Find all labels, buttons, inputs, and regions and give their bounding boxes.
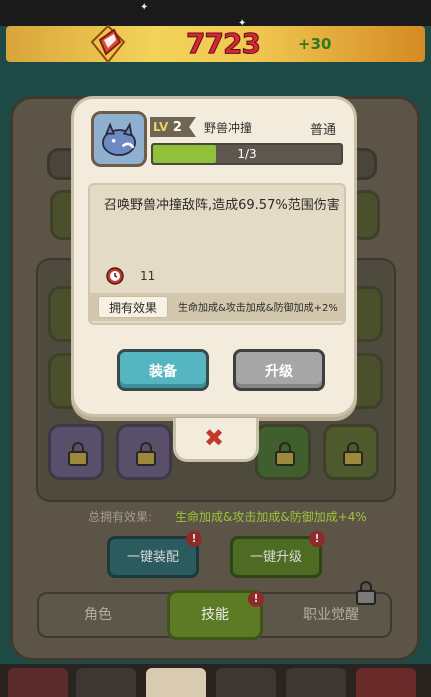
lock-icon <box>136 442 156 466</box>
owned-effect-row: 拥有效果 生命加成&攻击加成&防御加成+2% <box>90 293 344 321</box>
tab-bar: 角色 技能 ! 职业觉醒 <box>37 581 392 640</box>
upgrade-button[interactable]: 升级 <box>233 349 325 391</box>
sparkle-icon: ✦ <box>140 2 149 13</box>
nav-button[interactable] <box>146 668 206 697</box>
tab-character[interactable]: 角色 <box>39 594 157 636</box>
tab-skills-label: 技能 <box>201 607 229 623</box>
tab-job-awakening[interactable]: 职业觉醒 <box>271 581 391 636</box>
cooldown-icon <box>106 267 124 285</box>
tab-skills[interactable]: 技能 ! <box>167 590 264 640</box>
currency-bar: 7723 +30 <box>6 24 425 64</box>
nav-button[interactable] <box>356 668 416 697</box>
tab-character-label: 角色 <box>84 607 112 623</box>
skill-name: 野兽冲撞 <box>204 121 253 135</box>
upgrade-all-button[interactable]: 一键升级 ! <box>230 531 325 578</box>
owned-effect-text: 生命加成&攻击加成&防御加成+2% <box>178 303 338 314</box>
skill-description: 召唤野兽冲撞敌阵,造成69.57%范围伤害 <box>104 198 340 213</box>
skill-rarity: 普通 <box>309 123 336 138</box>
description-box: 召唤野兽冲撞敌阵,造成69.57%范围伤害 11 拥有效果 生命加成&攻击加成&… <box>88 183 346 325</box>
cooldown-value: 11 <box>140 269 156 283</box>
lock-icon <box>343 442 363 466</box>
alert-badge-icon: ! <box>248 591 264 607</box>
upgrade-button-label: 升级 <box>265 364 293 380</box>
level-prefix: LV <box>153 120 169 134</box>
skill-icon <box>91 111 147 167</box>
status-strip: ✦ ✦ <box>0 0 431 29</box>
alert-badge-icon: ! <box>186 531 202 547</box>
bottom-nav <box>0 664 431 697</box>
upgrade-all-label: 一键升级 <box>249 550 302 565</box>
lock-icon <box>68 442 88 466</box>
equip-all-label: 一键装配 <box>126 550 179 565</box>
locked-skill-slot[interactable] <box>48 424 104 480</box>
beast-icon <box>94 114 144 164</box>
crystal-icon <box>90 24 126 64</box>
currency-amount: 7723 <box>186 27 262 61</box>
locked-skill-slot[interactable] <box>116 424 172 480</box>
equip-all-button[interactable]: 一键装配 ! <box>107 531 202 578</box>
currency-gain: +30 <box>298 35 332 53</box>
lock-icon <box>356 581 376 605</box>
equip-button-label: 装备 <box>149 364 177 380</box>
nav-button[interactable] <box>216 668 276 697</box>
level-value: 2 <box>172 120 182 135</box>
locked-skill-slot[interactable] <box>323 424 379 480</box>
locked-skill-slot[interactable] <box>255 424 311 480</box>
lock-icon <box>275 442 295 466</box>
upgrade-progress-bar: 1/3 <box>151 143 343 165</box>
nav-button[interactable] <box>76 668 136 697</box>
close-x-icon: ✖ <box>204 424 225 452</box>
close-button[interactable]: ✖ <box>173 418 259 462</box>
nav-button[interactable] <box>286 668 346 697</box>
tab-job-awakening-label: 职业觉醒 <box>303 607 359 623</box>
owned-effect-label: 拥有效果 <box>98 296 168 318</box>
alert-badge-icon: ! <box>309 531 325 547</box>
level-tag: LV 2 <box>150 117 196 137</box>
skill-detail-popup: LV 2 野兽冲撞 普通 1/3 召唤野兽冲撞敌阵,造成69.57%范围伤害 1… <box>71 96 357 417</box>
progress-text: 1/3 <box>237 147 257 161</box>
total-effect-label: 总拥有效果: <box>88 510 153 524</box>
equip-button[interactable]: 装备 <box>117 349 209 391</box>
nav-button[interactable] <box>8 668 68 697</box>
total-effect-value: 生命加成&攻击加成&防御加成+4% <box>175 510 367 524</box>
